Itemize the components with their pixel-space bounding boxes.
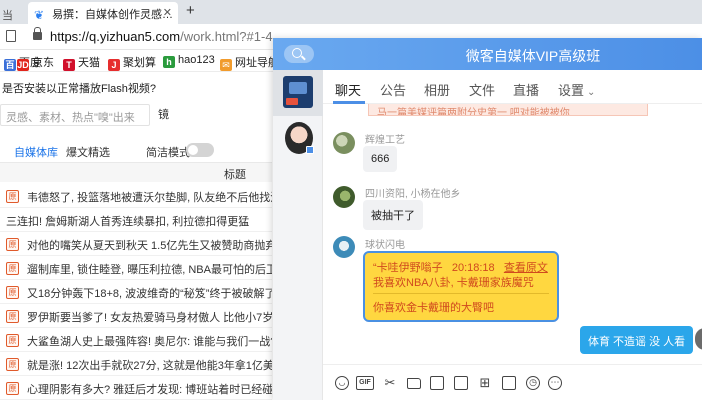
lock-icon[interactable]: [33, 27, 42, 40]
plain-mode-toggle[interactable]: [186, 143, 214, 157]
baidu-icon: 百: [4, 59, 16, 71]
tab-settings[interactable]: 设置 ⌄: [558, 80, 595, 99]
list-item[interactable]: 原罗伊斯要当爹了! 女友热爱骑马身材傲人 比他小7岁身高1米: [0, 304, 272, 328]
gift-icon[interactable]: ⊞: [478, 376, 492, 390]
tab-active[interactable]: ❦ 易撰：自媒体创作灵感… ✕: [28, 2, 178, 24]
sender-name: 四川资阳, 小杨在他乡: [365, 189, 461, 200]
tab-announcement[interactable]: 公告: [380, 80, 406, 99]
announcement-banner[interactable]: 马一篇美媒评篇两附分史第一 吧对能被被你: [323, 104, 702, 124]
jd-icon: JD: [17, 59, 29, 71]
sender-avatar[interactable]: [333, 132, 355, 154]
folder-icon[interactable]: [407, 378, 421, 389]
chat-title: 微客自媒体VIP高级班: [465, 48, 601, 64]
webpage: 是否安装以正常播放Flash视频? 灵感、素材、热点"嗅"出来 镜 自媒体库 爆…: [0, 72, 272, 400]
list-item[interactable]: 原韦德怒了, 投篮落地被遭沃尔垫脚, 队友绝不后他找沃尔理论: [0, 184, 272, 208]
tab-hot-articles[interactable]: 爆文精选: [66, 144, 110, 160]
column-header-title: 标题: [224, 169, 246, 181]
message-bubble[interactable]: 666: [363, 146, 398, 172]
bookmark-hao123[interactable]: h hao123: [163, 54, 215, 68]
more-icon[interactable]: ⋯: [548, 376, 562, 390]
emoji-icon[interactable]: ◡: [335, 376, 349, 390]
conversation-group[interactable]: [273, 70, 323, 116]
gif-icon[interactable]: GIF: [356, 376, 374, 390]
search-placeholder: 灵感、素材、热点"嗅"出来: [6, 112, 135, 124]
plain-mode-label: 简洁模式: [146, 147, 190, 159]
group-avatar: [283, 76, 313, 108]
list-item[interactable]: 原心理阴影有多大? 雅廷后才发现: 博班站着时已经碰框…: [0, 376, 272, 400]
original-badge-icon: 原: [6, 238, 19, 251]
scissors-icon[interactable]: ✂: [383, 376, 397, 390]
video-icon[interactable]: [502, 376, 516, 390]
list-item[interactable]: 原遛制库里, 锁住睦登, 曝压利拉德, NBA最可怕的后卫终结者: [0, 256, 272, 280]
tab-files[interactable]: 文件: [469, 80, 495, 99]
original-badge-icon: 原: [6, 262, 19, 275]
list-item[interactable]: 原又18分钟轰下18+8, 波波维奇的“秘笈”终于被破解了: [0, 280, 272, 304]
tab-album[interactable]: 相册: [424, 80, 450, 99]
tab-active-title: 易撰：自媒体创作灵感…: [52, 9, 174, 21]
bookmark-nav[interactable]: ✉ 网址导航: [220, 54, 279, 71]
original-badge-icon: 原: [6, 382, 19, 395]
bookmark-juhuasuan[interactable]: J 聚划算: [108, 54, 156, 71]
bookmark-tmall[interactable]: T 天猫: [63, 54, 100, 71]
search-icon[interactable]: [284, 45, 314, 63]
list-item[interactable]: 三连扣! 詹姆斯湖人首秀连续暴扣, 利拉德扣得更猛: [0, 208, 272, 232]
tab-chat[interactable]: 聊天: [335, 80, 361, 99]
mirror-button[interactable]: 镜: [158, 106, 169, 122]
sender-avatar[interactable]: [333, 236, 355, 258]
hao123-icon: h: [163, 56, 175, 68]
list-item[interactable]: 原就是涨! 12次出手就砍27分, 这就是他能3年拿1亿美元的真: [0, 352, 272, 376]
headline-list: 原韦德怒了, 投篮落地被遭沃尔垫脚, 队友绝不后他找沃尔理论 三连扣! 詹姆斯湖…: [0, 184, 272, 400]
outgoing-message[interactable]: 体育 不造谣 没 人看: [580, 326, 694, 354]
reply-text: 你喜欢金卡戴珊的大臀吧: [373, 302, 494, 314]
quote-header: “卡哇伊野嗡子 20:18:18 查看原文: [373, 262, 548, 274]
bookmark-jd[interactable]: JD 京东: [17, 54, 54, 71]
tab-previous[interactable]: 当: [0, 3, 26, 24]
original-badge-icon: 原: [6, 310, 19, 323]
new-tab-button[interactable]: +: [186, 2, 195, 19]
view-original-link[interactable]: 查看原文: [504, 262, 548, 274]
chevron-down-icon: ⌄: [587, 87, 596, 98]
quote-time: 20:18:18: [451, 262, 495, 274]
chat-header: 微客自媒体VIP高级班: [273, 38, 702, 70]
announcement-text: 马一篇美媒评篇两附分史第一 吧对能被被你: [368, 104, 648, 116]
column-header: 标题: [0, 162, 272, 182]
quote-divider: [373, 293, 549, 294]
chat-toolbar: ◡ GIF ✂ ⊞ ◷ ⋯: [323, 364, 702, 400]
search-input[interactable]: 灵感、素材、热点"嗅"出来: [0, 104, 150, 126]
sender-name: 球状闪电: [365, 240, 405, 251]
self-avatar[interactable]: [695, 328, 702, 350]
message-bubble[interactable]: 被抽干了: [363, 200, 423, 230]
chat-tabs: 聊天 公告 相册 文件 直播 设置 ⌄: [323, 70, 702, 104]
juhuasuan-icon: J: [108, 59, 120, 71]
url-text[interactable]: https://q.yizhuan5.com/work.html?#1-4: [50, 29, 273, 44]
conversation-sidebar: [273, 70, 323, 400]
tmall-icon: T: [63, 59, 75, 71]
original-badge-icon: 原: [6, 334, 19, 347]
original-badge-icon: 原: [6, 286, 19, 299]
quoted-text: 我喜欢NBA八卦, 卡戴珊家族魔咒: [373, 277, 534, 289]
sender-avatar[interactable]: [333, 186, 355, 208]
tab-bar: 当 ❦ 易撰：自媒体创作灵感… ✕ +: [0, 0, 702, 24]
tab-live[interactable]: 直播: [513, 80, 539, 99]
page-icon: [6, 30, 16, 42]
original-badge-icon: 原: [6, 358, 19, 371]
quote-bubble[interactable]: “卡哇伊野嗡子 20:18:18 查看原文 我喜欢NBA八卦, 卡戴珊家族魔咒 …: [363, 251, 559, 322]
clock-icon[interactable]: ◷: [526, 376, 540, 390]
message-list: 辉煌工艺 666 四川资阳, 小杨在他乡 被抽干了 球状闪电 “卡哇伊野嗡子 2…: [323, 124, 702, 364]
flash-prompt[interactable]: 是否安装以正常播放Flash视频?: [2, 80, 156, 96]
user-badge-icon: [306, 146, 314, 154]
image-folder-icon[interactable]: [430, 376, 444, 390]
calendar-icon[interactable]: [454, 376, 468, 390]
list-item[interactable]: 原对他的嘴笑从夏天到秋天 1.5亿先生又被赞助商抛弃 经纪人: [0, 232, 272, 256]
chat-window: 微客自媒体VIP高级班 聊天 公告 相册 文件 直播 设置 ⌄ 马一篇美媒评篇两附…: [273, 38, 702, 400]
close-tab-icon[interactable]: ✕: [163, 6, 172, 19]
nav-icon: ✉: [220, 59, 232, 71]
sender-name: 辉煌工艺: [365, 135, 405, 146]
yizhuan-favicon-icon: ❦: [34, 8, 45, 22]
original-badge-icon: 原: [6, 190, 19, 203]
list-item[interactable]: 原大鲨鱼湖人史上最强阵容! 奥尼尔: 谁能与我们一战?: [0, 328, 272, 352]
